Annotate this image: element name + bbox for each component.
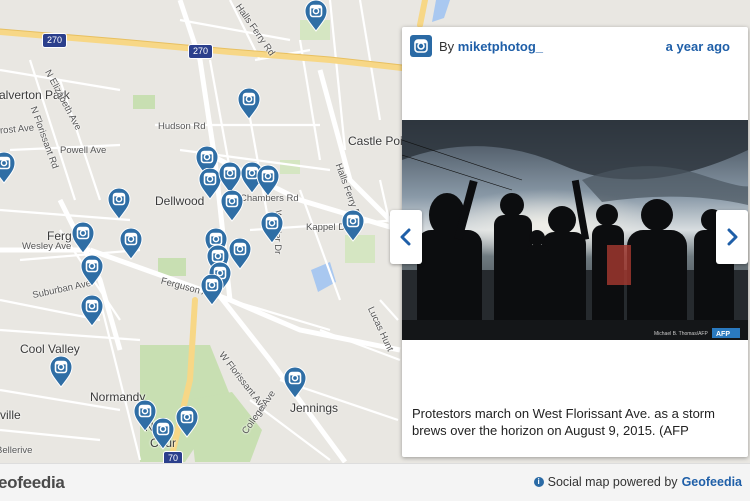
instagram-map-marker[interactable] (341, 210, 365, 242)
instagram-map-marker[interactable] (119, 228, 143, 260)
instagram-map-marker[interactable] (107, 188, 131, 220)
instagram-map-marker[interactable] (80, 255, 104, 287)
highway-shield-i70: 70 (163, 451, 184, 463)
post-time-link[interactable]: a year ago (666, 39, 730, 54)
instagram-map-marker[interactable] (175, 406, 199, 438)
geofeedia-logo[interactable]: eofeedia (0, 473, 65, 493)
instagram-map-marker[interactable] (283, 367, 307, 399)
post-photo[interactable]: Michael B. Thomas/AFP AFP (402, 120, 748, 340)
next-post-button[interactable] (716, 210, 748, 264)
instagram-map-marker[interactable] (220, 190, 244, 222)
highway-shield-i270: 270 (42, 33, 68, 48)
instagram-map-marker[interactable] (80, 295, 104, 327)
previous-post-button[interactable] (390, 210, 422, 264)
road-label-powell-ave: Powell Ave (60, 145, 107, 156)
road-label-hudson-rd: Hudson Rd (158, 121, 206, 132)
post-header: By miketphotog_ a year ago (402, 27, 748, 67)
chevron-left-icon (400, 228, 411, 246)
road-label-wesley-ave: Wesley Ave (22, 241, 72, 252)
instagram-map-marker[interactable] (71, 222, 95, 254)
place-label-bellerive: Bellerive (0, 445, 33, 456)
post-author: By miketphotog_ (439, 39, 543, 54)
place-label-cool-valley: Cool Valley (20, 342, 80, 356)
place-label-jennings: Jennings (290, 401, 339, 415)
instagram-map-marker[interactable] (200, 274, 224, 306)
instagram-map-marker[interactable] (0, 152, 16, 184)
photo-credit: Michael B. Thomas/AFP (654, 331, 708, 337)
instagram-map-marker[interactable] (256, 165, 280, 197)
place-label-castle-point: Castle Poi (348, 134, 403, 148)
instagram-map-marker[interactable] (49, 356, 73, 388)
info-icon[interactable]: i (533, 477, 544, 487)
instagram-map-marker[interactable] (151, 418, 175, 450)
username-link[interactable]: miketphotog_ (458, 39, 543, 54)
photo-badge: AFP (716, 331, 730, 338)
footer: eofeedia i Social map powered by Geofeed… (0, 463, 750, 501)
instagram-map-marker[interactable] (260, 212, 284, 244)
post-card: By miketphotog_ a year ago Michael B. Th… (402, 27, 748, 457)
instagram-map-marker[interactable] (237, 88, 261, 120)
geofeedia-link[interactable]: Geofeedia (682, 475, 742, 489)
highway-shield-i270: 270 (188, 44, 214, 59)
powered-by: i Social map powered by Geofeedia (533, 475, 742, 489)
by-label: By (439, 39, 455, 54)
place-label-ville: ville (0, 408, 21, 422)
chevron-right-icon (727, 228, 738, 246)
instagram-map-marker[interactable] (304, 0, 328, 32)
place-label-dellwood: Dellwood (155, 194, 205, 208)
powered-text: Social map powered by (547, 475, 678, 489)
post-caption: Protestors march on West Florissant Ave.… (412, 406, 715, 438)
instagram-avatar-icon (410, 35, 432, 57)
